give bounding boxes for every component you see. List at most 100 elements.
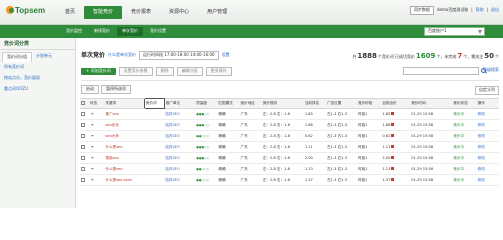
sidebar-link-key[interactable]: 重点词OOZU [0,84,75,95]
row-checkbox[interactable] [80,130,89,142]
row-keyword[interactable]: 什么是seo [104,141,145,153]
row-plan[interactable]: 站内SEO [164,152,196,164]
header-rule[interactable]: 竞价规则 [261,98,304,109]
edit-icon[interactable] [391,156,395,160]
header-unit[interactable]: 推广单元 [164,98,196,109]
status-dropdown-icon[interactable] [90,156,94,159]
row-checkbox[interactable] [80,163,89,175]
header-time[interactable]: 竞价时间 [410,98,453,109]
row-op[interactable]: 修改 [476,174,499,186]
row-plan-value[interactable]: 站内SEO [165,178,180,182]
row-plan[interactable]: 站内SEO [164,108,196,120]
help-link[interactable]: 帮助 [476,7,484,13]
header-status[interactable]: 状态 [88,98,105,109]
header-quality[interactable]: 质量度 [195,98,218,109]
row-plan[interactable]: 站内SEO [164,130,196,142]
row-plan-value[interactable]: 站内SEO [165,156,180,160]
row-keyword-value[interactable]: seo优化 [105,123,118,127]
row-op[interactable]: 修改 [476,141,499,153]
header-bid[interactable]: 目前出价 [381,98,411,109]
header-bid-status[interactable]: 竞价状态 [452,98,477,109]
row-keyword-value[interactable]: 什么是seo semi [105,178,132,182]
pause-selected-button[interactable]: 暂停所选项 [101,85,131,94]
table-row[interactable]: 什么是seo 站内SEO ●●●○○ 精确 广东 左：2-8 右：1-8 1.11 左1-3 … [80,141,499,153]
sidebar-link-site[interactable]: 按站点分，竞价展现 [0,73,75,84]
row-bid[interactable]: 0.62 [381,130,411,142]
row-keyword[interactable]: 什么是seo semi [104,174,145,186]
edit-icon[interactable] [391,123,395,127]
row-op[interactable]: 修改 [476,119,499,131]
table-row[interactable]: seo优化 站内SEO ●●●○○ 精确 广东 左：2-8 右：1-8 1.86 左1-3 右… [80,119,499,131]
row-op-value[interactable]: 修改 [478,123,485,127]
row-checkbox[interactable] [80,108,89,120]
edit-group-button[interactable]: 编辑分组 [176,67,203,76]
account-select[interactable]: 百度账户1 [424,27,485,36]
edit-icon[interactable] [391,178,395,182]
checkbox[interactable] [81,177,85,182]
row-op-value[interactable]: 修改 [478,156,485,160]
row-checkbox[interactable] [80,141,89,153]
row-bid[interactable]: 1.11 [381,141,411,153]
header-keyword[interactable]: 关键词 [104,98,145,109]
row-bid-value[interactable]: 0.62 [382,134,390,138]
header-position[interactable]: 广告位置 [325,98,357,109]
row-op[interactable]: 修改 [476,108,499,120]
row-bid[interactable]: 1.86 [381,119,411,131]
checkbox[interactable] [81,144,85,149]
custom-columns-button[interactable]: 自定义列 [475,86,499,95]
search-input[interactable] [403,67,479,75]
row-op[interactable]: 修改 [476,152,499,164]
row-plan-value[interactable]: 站内SEO [165,134,180,138]
delete-button[interactable]: 删除 [155,67,174,76]
period-set-button[interactable]: 设置 [222,52,230,58]
row-plan[interactable]: 站内SEO [164,163,196,175]
row-plan-value[interactable]: 站内SEO [165,123,180,127]
row-keyword-value[interactable]: 什么是seo [105,167,122,171]
row-status[interactable] [88,119,105,131]
row-bid[interactable]: 1.85 [381,108,411,120]
logout-link[interactable]: 退出 [491,7,499,13]
row-status[interactable] [88,174,105,186]
table-row[interactable]: 推广seo 站内SEO ●●●○○ 精确 广东 左：2-8 右：1-8 1.85 左1-3 右… [80,108,499,120]
row-bid[interactable]: 1.37 [381,174,411,186]
row-bid-value[interactable]: 1.85 [382,112,390,116]
more-actions-button[interactable]: 更多操作 [205,67,232,76]
checkbox[interactable] [81,133,85,138]
subnav-new-rank[interactable]: 新排竞价 [89,27,115,36]
row-op-value[interactable]: 修改 [478,167,485,171]
row-bid-value[interactable]: 1.37 [382,178,390,182]
sidebar-link-all[interactable]: 所有竞价词 [0,62,75,73]
row-checkbox[interactable] [80,119,89,131]
row-status[interactable] [88,152,105,164]
row-keyword-value[interactable]: seo大师 [105,134,118,138]
set-bid-params-button[interactable]: 设置竞价参数 [118,67,153,76]
logo[interactable]: Topsem [6,5,48,20]
row-op-value[interactable]: 修改 [478,145,485,149]
row-status[interactable] [88,130,105,142]
row-bid[interactable]: 2.00 [381,152,411,164]
help-link-single-bid[interactable]: 什么是单次竞价 [108,52,136,58]
row-bid-value[interactable]: 1.86 [382,123,390,127]
sync-data-button[interactable]: 同步数据 [409,6,434,15]
row-bid-value[interactable]: 1.13 [382,167,390,171]
nav-reports[interactable]: 竞价报表 [122,6,160,19]
row-op-value[interactable]: 修改 [478,112,485,116]
row-keyword-value[interactable]: 推广seo [105,112,118,116]
subnav-settings[interactable]: 竞价设置 [145,27,171,36]
status-dropdown-icon[interactable] [90,145,94,148]
nav-smart-bidding[interactable]: 智能竞价 [84,6,123,19]
row-keyword-value[interactable]: 什么是seo [105,145,122,149]
nav-resources[interactable]: 资源中心 [160,6,198,19]
row-checkbox[interactable] [80,152,89,164]
header-rank[interactable]: 当前排名 [303,98,326,109]
table-row[interactable]: seo大师 站内SEO ●●○○○ 精确 广东 左：2-8 右：1-8 0.62 左1-3 右… [80,130,499,142]
row-status[interactable] [88,108,105,120]
status-dropdown-icon[interactable] [90,112,94,115]
row-keyword[interactable]: seo大师 [104,130,145,142]
edit-icon[interactable] [391,167,395,171]
checkbox[interactable] [81,111,85,116]
header-area[interactable]: 竞价地区 [239,98,262,109]
status-dropdown-icon[interactable] [90,178,94,181]
row-bid-value[interactable]: 1.11 [382,145,390,149]
status-dropdown-icon[interactable] [90,167,94,170]
